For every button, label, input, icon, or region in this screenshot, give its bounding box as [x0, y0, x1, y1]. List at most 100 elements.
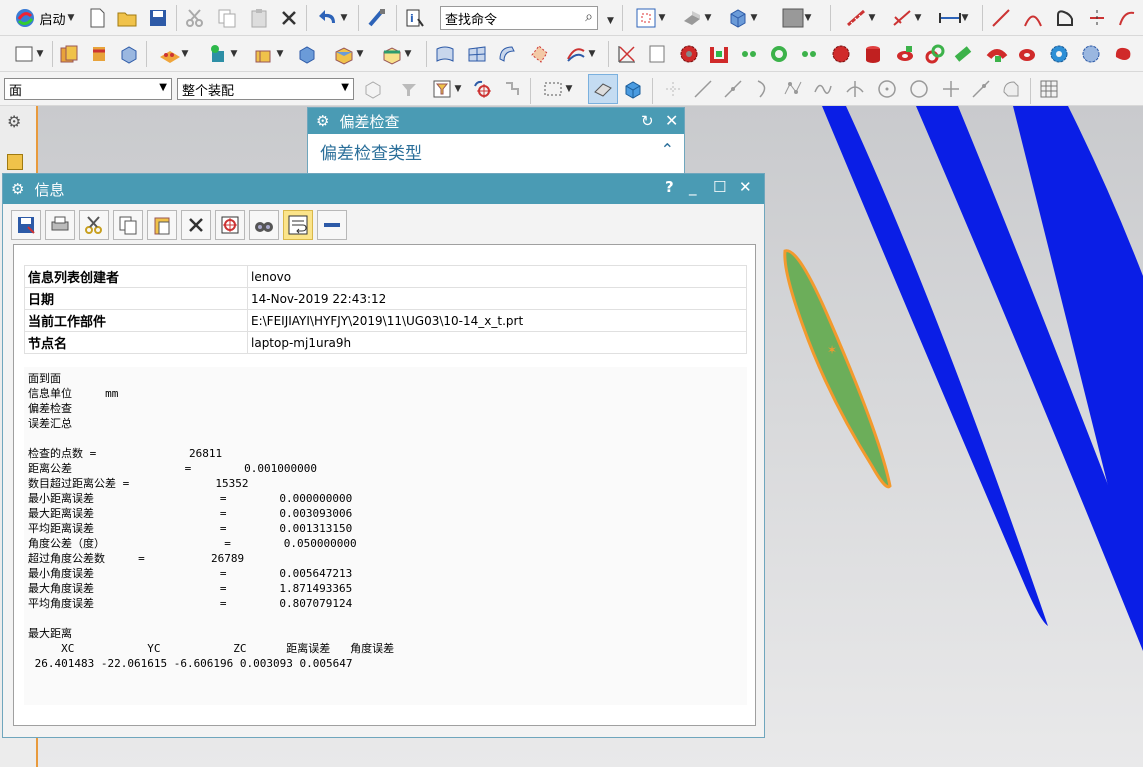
gear-blue-button[interactable] [1046, 41, 1072, 67]
snap-point-button[interactable] [470, 76, 496, 102]
start-button[interactable]: 启动 ▼ [8, 5, 80, 31]
dots-2-button[interactable] [796, 41, 822, 67]
sketch-button[interactable]: ▼ [8, 41, 48, 67]
save-as-button[interactable] [11, 210, 41, 240]
command-search-input[interactable]: 查找命令 ⌕ [440, 6, 598, 30]
pipe-button[interactable] [952, 41, 978, 67]
dimension-button[interactable]: ▼ [886, 5, 926, 31]
help-button[interactable]: ? [665, 178, 674, 196]
bend-button[interactable] [984, 41, 1010, 67]
repeat-command-button[interactable] [364, 5, 390, 31]
gear-2-button[interactable] [828, 41, 854, 67]
pattern-button[interactable]: ▼ [150, 41, 196, 67]
view-orientation-button[interactable]: ▼ [722, 5, 762, 31]
type-filter-select[interactable]: 面 ▼ [4, 78, 172, 100]
show-hide-button[interactable] [588, 74, 618, 104]
open-file-button[interactable] [114, 5, 140, 31]
gear-icon[interactable]: ⚙ [7, 112, 21, 131]
reset-icon[interactable]: ↻ [641, 112, 654, 130]
reset-filter-button[interactable] [396, 76, 422, 102]
maximize-button[interactable]: ☐ [713, 178, 726, 196]
paste-button[interactable] [147, 210, 177, 240]
selection-scope-select[interactable]: 整个装配 ▼ [177, 78, 354, 100]
styled-surface-button[interactable]: ▼ [558, 41, 602, 67]
snap-options-button[interactable] [500, 76, 526, 102]
more-curve-button[interactable] [1114, 5, 1140, 31]
snap-spline-button[interactable] [810, 76, 836, 102]
render-style-button[interactable]: ▼ [676, 5, 716, 31]
n-sided-button[interactable] [526, 41, 552, 67]
undo-button[interactable]: ▼ [312, 5, 352, 31]
delete-button[interactable] [181, 210, 211, 240]
arc-button[interactable] [1020, 5, 1046, 31]
gear-outline-button[interactable] [1078, 41, 1104, 67]
line-button[interactable] [988, 5, 1014, 31]
through-mesh-button[interactable] [464, 41, 490, 67]
copy-button[interactable] [214, 5, 240, 31]
background-color-button[interactable]: ▼ [768, 5, 824, 31]
snap-endpoint-button[interactable] [660, 76, 686, 102]
block-button[interactable] [116, 41, 142, 67]
word-wrap-toggle[interactable] [283, 210, 313, 240]
gear-analysis-button[interactable] [676, 41, 702, 67]
cylinder-button[interactable] [860, 41, 886, 67]
solid-body-button[interactable] [620, 76, 646, 102]
measure-button[interactable]: ▼ [838, 5, 882, 31]
search-binoculars-button[interactable] [249, 210, 279, 240]
snap-center-button[interactable] [874, 76, 900, 102]
snap-intersection-button[interactable] [842, 76, 868, 102]
snap-point-on-curve-button[interactable] [968, 76, 994, 102]
chevron-down-icon[interactable]: ▼ [607, 16, 614, 26]
cut-button[interactable] [182, 5, 208, 31]
dots-analysis-button[interactable] [736, 41, 762, 67]
selection-box-button[interactable]: ▼ [536, 76, 578, 102]
assembly-filter-button[interactable] [360, 76, 386, 102]
blob-button[interactable] [1110, 41, 1136, 67]
chevron-up-icon[interactable]: ⌃ [661, 140, 674, 159]
swept-button[interactable] [494, 41, 520, 67]
analysis-page-button[interactable] [644, 41, 670, 67]
find-button[interactable] [215, 210, 245, 240]
grid-button[interactable] [1036, 76, 1062, 102]
edge-blend-button[interactable] [294, 41, 320, 67]
snap-line-button[interactable] [690, 76, 716, 102]
save-button[interactable] [146, 5, 170, 31]
filter-button[interactable]: ▼ [426, 76, 466, 102]
close-icon[interactable]: ✕ [665, 111, 678, 130]
snap-midpoint-button[interactable] [720, 76, 746, 102]
ring-analysis-button[interactable] [766, 41, 792, 67]
deviation-type-section[interactable]: 偏差检查类型 ⌃ [308, 134, 684, 168]
snap-existing-point-button[interactable] [938, 76, 964, 102]
new-file-button[interactable] [86, 5, 108, 31]
section-analysis-button[interactable] [706, 41, 732, 67]
minimize-button[interactable]: _ [689, 178, 697, 196]
deviation-check-button[interactable] [614, 41, 640, 67]
print-button[interactable] [45, 210, 75, 240]
info-window-title-bar[interactable]: ⚙ 信息 ? _ ☐ ✕ [3, 174, 764, 204]
extrude-button[interactable] [56, 41, 82, 67]
distance-button[interactable]: ▼ [930, 5, 976, 31]
fit-view-button[interactable]: ▼ [630, 5, 670, 31]
torus-button[interactable] [892, 41, 918, 67]
link-button[interactable] [922, 41, 948, 67]
collapse-button[interactable] [317, 210, 347, 240]
offset-face-button[interactable]: ▼ [326, 41, 370, 67]
info-content-area[interactable]: 信息列表创建者 lenovo 日期 14-Nov-2019 22:43:12 当… [13, 244, 756, 726]
snap-curve-button[interactable] [750, 76, 776, 102]
close-button[interactable]: ✕ [739, 178, 752, 196]
info-button[interactable]: i [402, 5, 428, 31]
shell-button[interactable]: ▼ [246, 41, 290, 67]
ring-red-button[interactable] [1014, 41, 1040, 67]
trim-button[interactable] [1084, 5, 1110, 31]
paste-button[interactable] [246, 5, 272, 31]
sketch-curve-button[interactable] [1052, 5, 1078, 31]
part-navigator-icon[interactable] [7, 154, 23, 170]
through-curves-button[interactable] [432, 41, 458, 67]
snap-control-point-button[interactable] [780, 76, 806, 102]
snap-point-on-face-button[interactable] [998, 76, 1024, 102]
cut-button[interactable] [79, 210, 109, 240]
snap-quadrant-button[interactable] [906, 76, 932, 102]
delete-button[interactable] [278, 5, 300, 31]
trim-body-button[interactable]: ▼ [374, 41, 418, 67]
revolve-button[interactable] [86, 41, 112, 67]
